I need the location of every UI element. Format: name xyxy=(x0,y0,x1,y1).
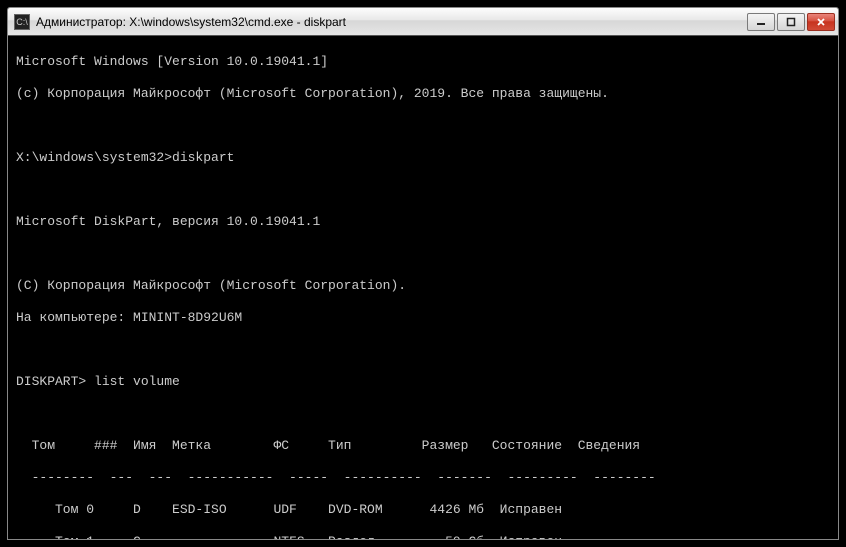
prompt-line: DISKPART> list volume xyxy=(16,374,830,390)
close-button[interactable] xyxy=(807,13,835,31)
output-line: Microsoft Windows [Version 10.0.19041.1] xyxy=(16,54,830,70)
table-separator: -------- --- --- ----------- ----- -----… xyxy=(16,470,830,486)
command-prompt-window: C:\ Администратор: X:\windows\system32\c… xyxy=(7,7,839,540)
titlebar[interactable]: C:\ Администратор: X:\windows\system32\c… xyxy=(8,8,838,36)
output-line: (c) Корпорация Майкрософт (Microsoft Cor… xyxy=(16,86,830,102)
table-row: Том 0 D ESD-ISO UDF DVD-ROM 4426 Мб Испр… xyxy=(16,502,830,518)
blank-line xyxy=(16,246,830,262)
maximize-button[interactable] xyxy=(777,13,805,31)
blank-line xyxy=(16,406,830,422)
output-line: На компьютере: MININT-8D92U6M xyxy=(16,310,830,326)
blank-line xyxy=(16,342,830,358)
window-title: Администратор: X:\windows\system32\cmd.e… xyxy=(36,15,741,29)
blank-line xyxy=(16,182,830,198)
blank-line xyxy=(16,118,830,134)
table-header: Том ### Имя Метка ФС Тип Размер Состояни… xyxy=(16,438,830,454)
output-line: (C) Корпорация Майкрософт (Microsoft Cor… xyxy=(16,278,830,294)
output-line: Microsoft DiskPart, версия 10.0.19041.1 xyxy=(16,214,830,230)
table-row: Том 1 C NTFS Раздел 59 Gб Исправен xyxy=(16,534,830,539)
window-controls xyxy=(747,13,835,31)
minimize-button[interactable] xyxy=(747,13,775,31)
terminal-output[interactable]: Microsoft Windows [Version 10.0.19041.1]… xyxy=(8,36,838,539)
cmd-icon: C:\ xyxy=(14,14,30,30)
prompt-line: X:\windows\system32>diskpart xyxy=(16,150,830,166)
